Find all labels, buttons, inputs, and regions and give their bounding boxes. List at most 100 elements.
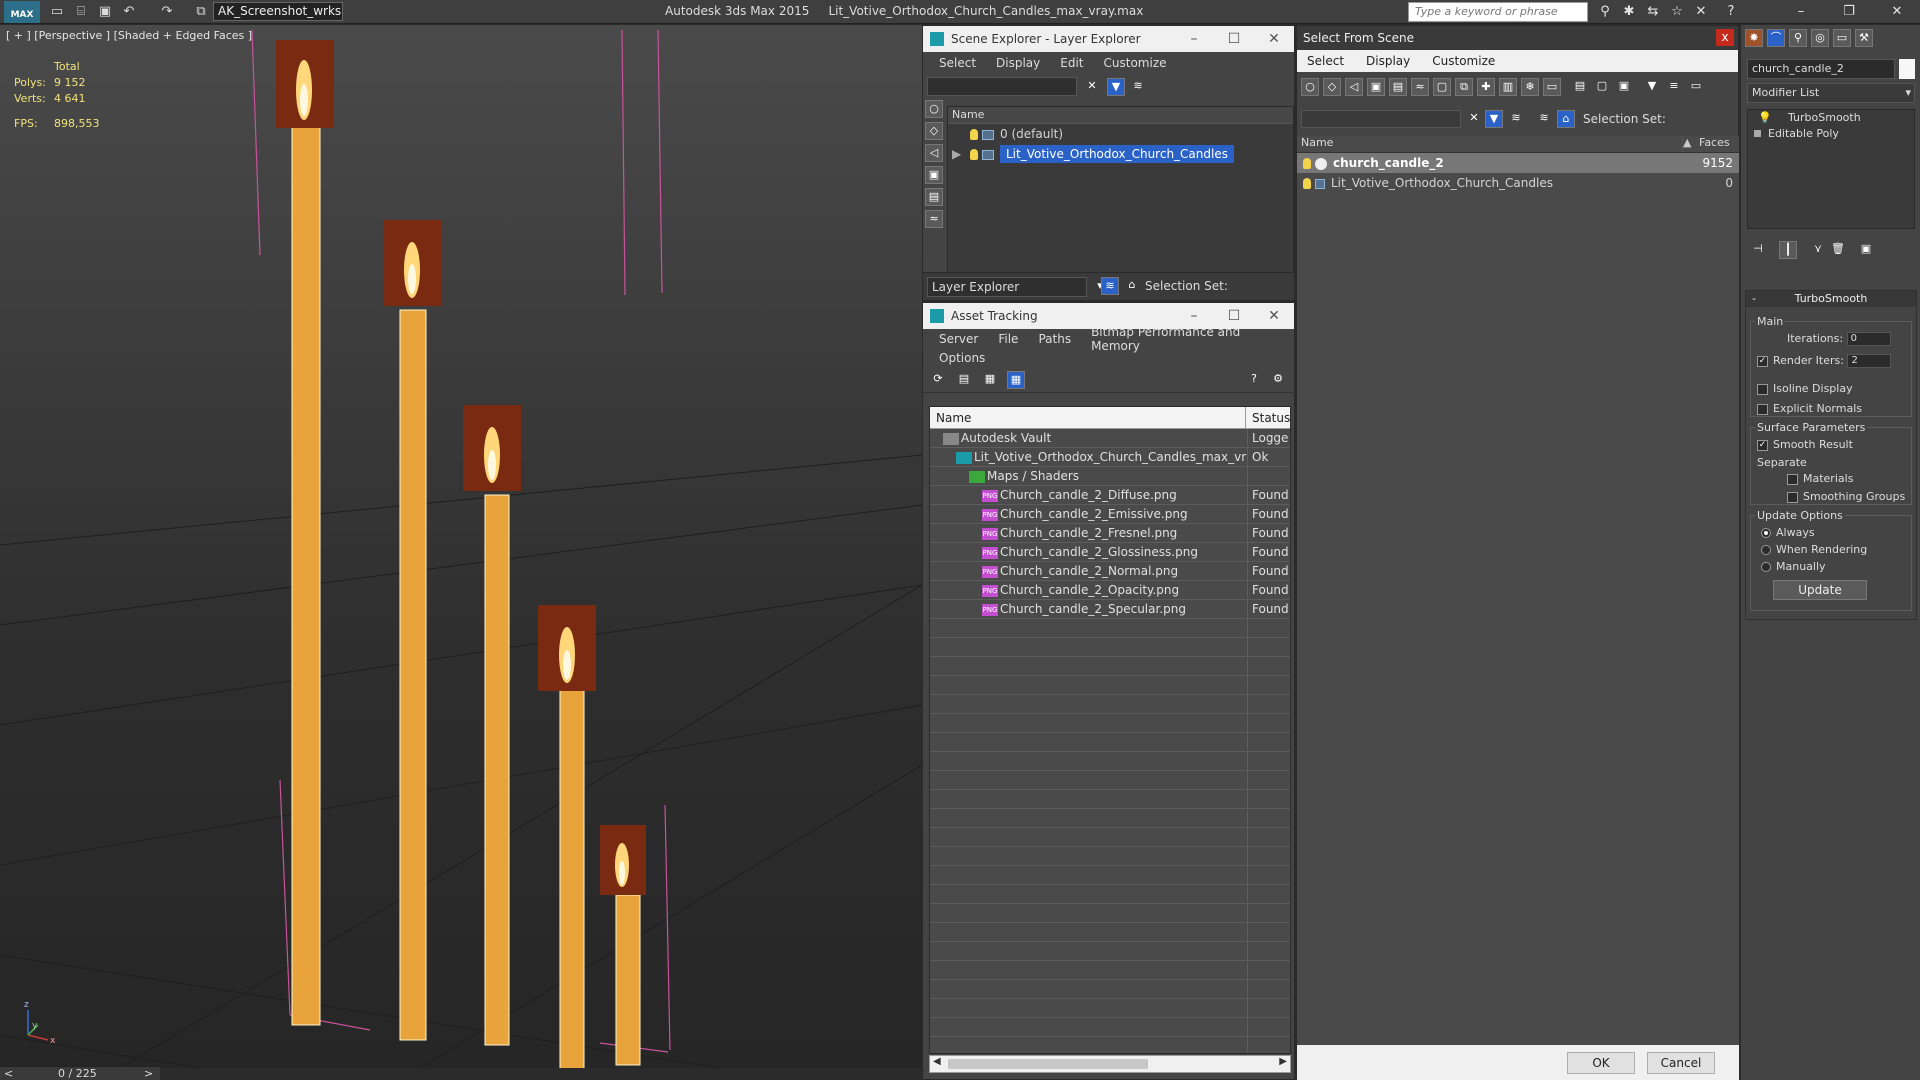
filter-containers-icon[interactable]: ▥ (1499, 78, 1517, 96)
perspective-viewport[interactable]: z y x [ + ] [Perspective ] [Shaded + Edg… (0, 25, 922, 1068)
close-icon[interactable]: ✕ (1254, 303, 1294, 329)
display-helpers-icon[interactable]: ▤ (925, 188, 943, 206)
refresh-icon[interactable]: ⟳ (929, 371, 947, 389)
menu-server[interactable]: Server (939, 332, 978, 346)
prev-frame-button[interactable]: < (4, 1067, 13, 1080)
ok-button[interactable]: OK (1567, 1052, 1635, 1074)
star-icon[interactable]: ☆ (1668, 3, 1686, 21)
menu-display[interactable]: Display (1366, 54, 1410, 68)
menu-select[interactable]: Select (1307, 54, 1344, 68)
find-input[interactable] (927, 77, 1077, 96)
menu-file[interactable]: File (998, 332, 1018, 346)
display-geometry-icon[interactable]: ○ (925, 100, 943, 118)
display-warps-icon[interactable]: ≈ (925, 210, 943, 228)
object-color-swatch[interactable] (1899, 59, 1915, 79)
rollout-title[interactable]: - TurboSmooth (1746, 291, 1916, 307)
app-logo[interactable]: MAX (4, 1, 40, 23)
filter-groups-icon[interactable]: ▢ (1433, 78, 1451, 96)
asset-row[interactable]: PNG Church_candle_2_Normal.png Found (930, 562, 1290, 581)
filter-bones-icon[interactable]: ✚ (1477, 78, 1495, 96)
render-iters-checkbox[interactable]: ✓ (1757, 355, 1768, 367)
bulb-icon[interactable] (970, 149, 978, 160)
hierarchy-tab-icon[interactable]: ⚲ (1789, 29, 1807, 47)
menu-paths[interactable]: Paths (1038, 332, 1071, 346)
bulb-icon[interactable] (970, 129, 978, 140)
scroll-right-icon[interactable]: ▶ (1279, 1056, 1287, 1067)
filter-warps-icon[interactable]: ≈ (1411, 78, 1429, 96)
always-radio[interactable] (1761, 528, 1771, 538)
smooth-result-checkbox[interactable]: ✓ (1757, 439, 1768, 451)
object-row-candles-layer[interactable]: Lit_Votive_Orthodox_Church_Candles 0 (1297, 173, 1739, 193)
smoothing-groups-checkbox[interactable] (1787, 491, 1798, 503)
scene-explorer-titlebar[interactable]: Scene Explorer - Layer Explorer – ☐ ✕ (923, 26, 1294, 52)
asset-row[interactable]: PNG Church_candle_2_Emissive.png Found (930, 505, 1290, 524)
modify-tab-icon[interactable]: ⌒ (1767, 29, 1785, 47)
filter-cameras-icon[interactable]: ▣ (1367, 78, 1385, 96)
pin-stack-icon[interactable]: ⊣ (1749, 241, 1767, 259)
asset-row[interactable]: PNG Church_candle_2_Fresnel.png Found (930, 524, 1290, 543)
select-all-icon[interactable]: ▤ (1571, 78, 1589, 96)
col-name-header[interactable]: Name (930, 407, 1246, 428)
filter-geometry-icon[interactable]: ○ (1301, 78, 1319, 96)
table-view-icon[interactable]: ▦ (1007, 371, 1025, 389)
layer-mode-icon[interactable]: ≋ (1101, 277, 1119, 295)
display-shapes-icon[interactable]: ◇ (925, 122, 943, 140)
menu-customize[interactable]: Customize (1432, 54, 1495, 68)
cancel-button[interactable]: Cancel (1647, 1052, 1715, 1074)
candle-2[interactable] (383, 220, 441, 1041)
select-from-scene-titlebar[interactable]: Select From Scene x (1297, 26, 1738, 50)
exchange-icon[interactable]: ⇆ (1644, 3, 1662, 21)
minimize-icon[interactable]: – (1174, 303, 1214, 329)
motion-tab-icon[interactable]: ◎ (1811, 29, 1829, 47)
menu-display[interactable]: Display (996, 56, 1040, 70)
display-cameras-icon[interactable]: ▣ (925, 166, 943, 184)
save-file-icon[interactable]: ▣ (96, 3, 114, 21)
viewport-label[interactable]: [ + ] [Perspective ] [Shaded + Edged Fac… (6, 29, 252, 42)
hierarchy-icon[interactable]: ≡ (1665, 78, 1683, 96)
bulb-icon[interactable] (1303, 158, 1311, 169)
candle-5[interactable] (600, 825, 646, 1066)
hierarchy-mode-icon[interactable]: ⌂ (1123, 277, 1141, 295)
restore-icon[interactable]: ❐ (1840, 3, 1858, 21)
col-status-header[interactable]: Status (1246, 407, 1290, 428)
show-end-result-icon[interactable]: ┃ (1779, 241, 1797, 259)
layer-row-default[interactable]: 0 (default) (948, 124, 1293, 144)
candle-4[interactable] (538, 605, 596, 1068)
scroll-left-icon[interactable]: ◀ (933, 1056, 941, 1067)
menu-options[interactable]: Options (939, 351, 985, 365)
maximize-icon[interactable]: ☐ (1214, 26, 1254, 52)
layer-row-candles[interactable]: ▶ Lit_Votive_Orthodox_Church_Candles (948, 144, 1293, 164)
bulb-icon[interactable] (1303, 178, 1311, 189)
open-file-icon[interactable]: ⌸ (72, 3, 90, 21)
new-file-icon[interactable]: ▭ (48, 3, 66, 21)
asset-row[interactable]: PNG Church_candle_2_Glossiness.png Found (930, 543, 1290, 562)
filter-helpers-icon[interactable]: ▤ (1389, 78, 1407, 96)
list-view-icon[interactable]: ▤ (955, 371, 973, 389)
asset-row[interactable]: PNG Church_candle_2_Opacity.png Found (930, 581, 1290, 600)
binoculars-icon[interactable]: ⚲ (1596, 3, 1614, 21)
undo-icon[interactable]: ↶ (120, 3, 138, 21)
asset-tracking-titlebar[interactable]: Asset Tracking – ☐ ✕ (923, 303, 1294, 329)
settings-icon[interactable]: ⚙ (1269, 371, 1287, 389)
menu-edit[interactable]: Edit (1060, 56, 1083, 70)
sort-ascending-icon[interactable]: ▲ (1683, 136, 1695, 152)
redo-icon[interactable]: ↷ (158, 3, 176, 21)
asset-row[interactable]: Lit_Votive_Orthodox_Church_Candles_max_v… (930, 448, 1290, 467)
layer-mode-icon[interactable]: ≋ (1535, 110, 1553, 128)
remove-modifier-icon[interactable]: 🗑 (1829, 241, 1847, 259)
make-unique-icon[interactable]: ⋎ (1809, 241, 1827, 259)
filter-icon[interactable]: ▼ (1485, 110, 1503, 128)
filter-hidden-icon[interactable]: ▭ (1543, 78, 1561, 96)
rollout-collapse-icon[interactable]: - (1752, 291, 1756, 307)
filter-funnel-icon[interactable]: ▼ (1643, 78, 1661, 96)
clear-search-icon[interactable]: ✕ (1083, 78, 1101, 96)
workspace-dropdown[interactable]: AK_Screenshot_wrksp (213, 2, 343, 21)
select-none-icon[interactable]: ▢ (1593, 78, 1611, 96)
sort-icon[interactable]: ▭ (1687, 78, 1705, 96)
tools-icon[interactable]: ✱ (1620, 3, 1638, 21)
time-slider[interactable]: < 0 / 225 > (0, 1066, 160, 1080)
close-x-icon[interactable]: ✕ (1692, 3, 1710, 21)
clear-search-icon[interactable]: ✕ (1465, 110, 1483, 128)
project-folder-icon[interactable]: ⧉ (192, 3, 210, 21)
search-input[interactable]: Type a keyword or phrase (1408, 2, 1588, 22)
